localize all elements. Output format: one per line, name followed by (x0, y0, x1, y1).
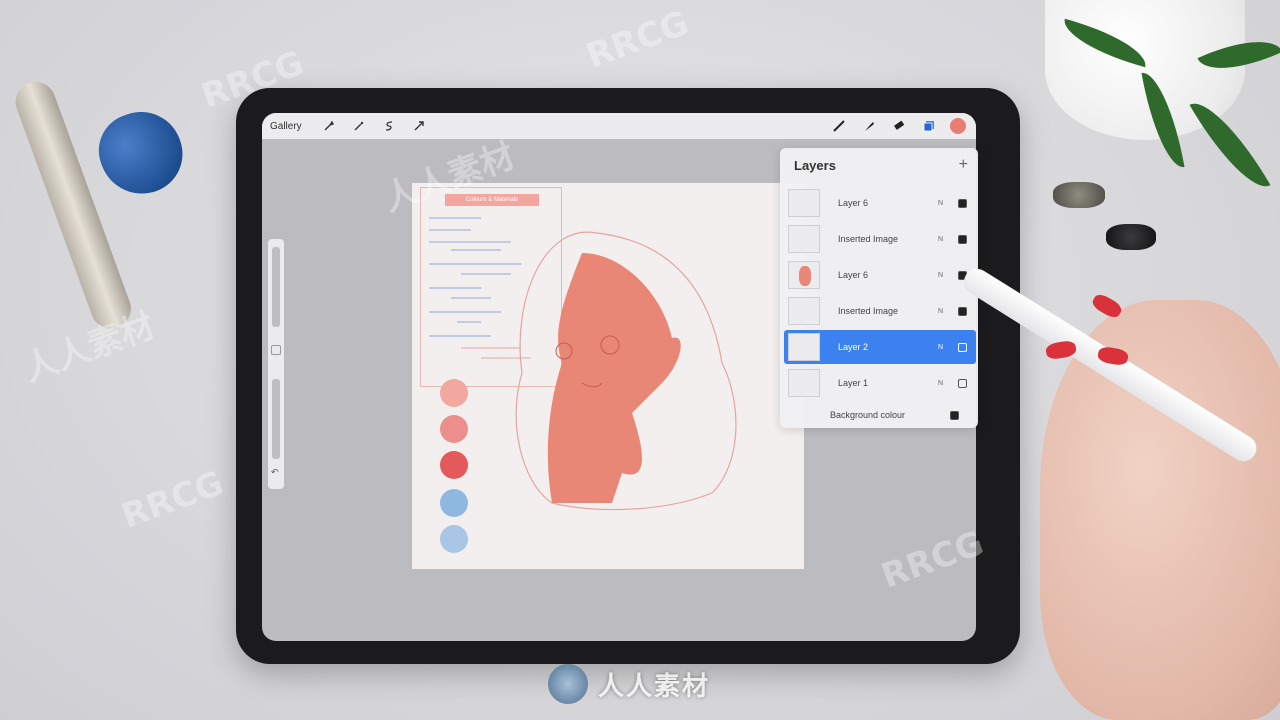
visibility-checkbox[interactable] (958, 306, 967, 316)
layer-name: Background colour (830, 410, 906, 420)
opacity-slider[interactable] (272, 379, 280, 459)
layer-name: Inserted Image (838, 306, 899, 316)
blend-mode[interactable]: N (938, 380, 954, 387)
move-arrow-icon[interactable] (412, 119, 426, 133)
eraser-icon[interactable] (892, 119, 906, 133)
layers-panel-title: Layers (794, 158, 836, 173)
modify-button[interactable] (271, 345, 281, 355)
layer-thumbnail (788, 225, 820, 253)
top-toolbar: Gallery (262, 113, 976, 139)
layer-name: Layer 1 (838, 378, 869, 388)
driftwood (10, 76, 137, 335)
visibility-checkbox[interactable] (958, 234, 967, 244)
drawing-canvas[interactable]: Colours & Materials (412, 183, 804, 569)
layer-row[interactable]: Inserted Image N (784, 294, 976, 328)
layer-thumbnail (788, 333, 820, 361)
layers-panel: Layers + Layer 6 N Inserted Image N Laye… (780, 148, 978, 428)
background-colour-row[interactable]: Background colour (784, 398, 976, 432)
brush-size-slider[interactable] (272, 247, 280, 327)
layer-thumbnail (788, 261, 820, 289)
brush-icon[interactable] (832, 119, 846, 133)
layer-row-active[interactable]: Layer 2 N (784, 330, 976, 364)
blend-mode[interactable]: N (938, 200, 954, 207)
layer-name: Layer 6 (838, 270, 869, 280)
visibility-checkbox[interactable] (958, 198, 967, 208)
add-layer-button[interactable]: + (959, 156, 968, 174)
visibility-checkbox[interactable] (958, 342, 967, 352)
left-sidebar: ↶ (268, 239, 284, 489)
undo-icon[interactable]: ↶ (271, 467, 279, 478)
layer-thumbnail (788, 189, 820, 217)
logo-icon (548, 664, 588, 704)
wrench-icon[interactable] (322, 119, 336, 133)
visibility-checkbox[interactable] (950, 410, 959, 420)
selection-icon[interactable] (382, 119, 396, 133)
pyrite-stone (1053, 182, 1105, 208)
layer-row[interactable]: Layer 6 N (784, 186, 976, 220)
layer-row[interactable]: Layer 6 N (784, 258, 976, 292)
blend-mode[interactable]: N (938, 236, 954, 243)
visibility-checkbox[interactable] (958, 378, 967, 388)
smudge-icon[interactable] (862, 119, 876, 133)
toolbar-right-group (824, 113, 976, 139)
layer-row[interactable]: Layer 1 N (784, 366, 976, 400)
blend-mode[interactable]: N (938, 272, 954, 279)
blend-mode[interactable]: N (938, 308, 954, 315)
hand (1040, 300, 1280, 720)
color-picker-button[interactable] (950, 118, 966, 134)
layer-thumbnail (788, 297, 820, 325)
layer-name: Layer 6 (838, 198, 869, 208)
layer-name: Layer 2 (838, 342, 869, 352)
logo-text: 人人素材 (598, 670, 711, 701)
blue-stone (88, 100, 194, 206)
watermark-logo: 人人素材 (548, 664, 710, 704)
character-drawing (515, 231, 737, 511)
blend-mode[interactable]: N (938, 344, 954, 351)
black-stone (1106, 224, 1156, 250)
layers-icon[interactable] (922, 119, 936, 133)
layer-row[interactable]: Inserted Image N (784, 222, 976, 256)
layer-thumbnail (788, 369, 820, 397)
magic-wand-icon[interactable] (352, 119, 366, 133)
gallery-button[interactable]: Gallery (270, 121, 302, 132)
layer-name: Inserted Image (838, 234, 899, 244)
